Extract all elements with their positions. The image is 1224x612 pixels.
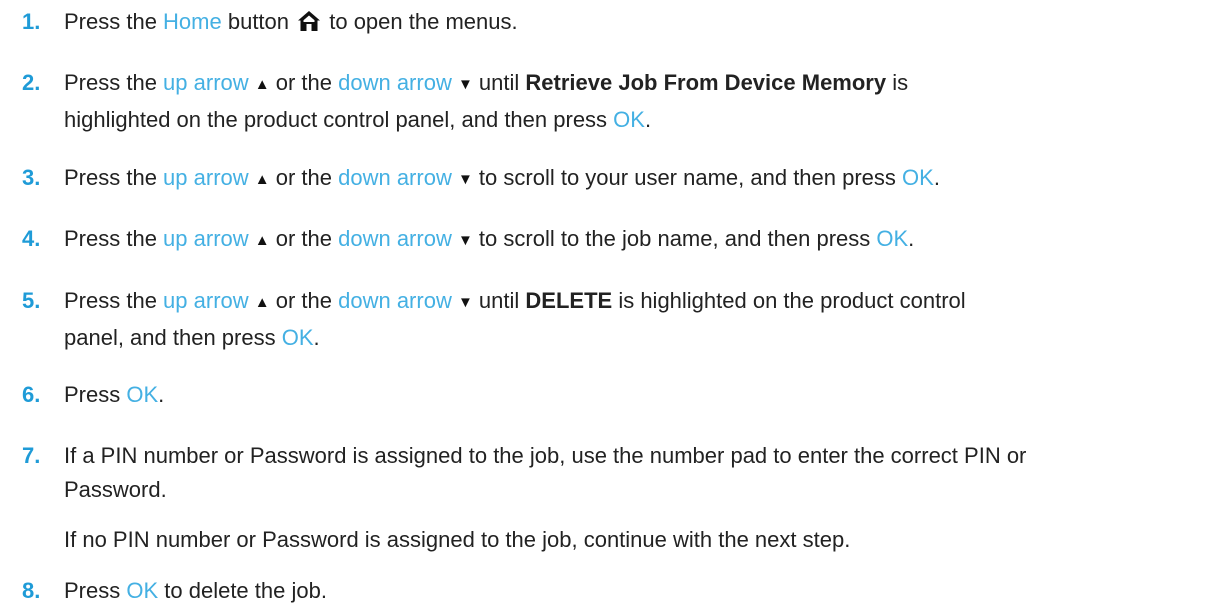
up-arrow-keyword: up arrow — [163, 226, 249, 251]
up-arrow-icon: ▲ — [254, 76, 270, 93]
ok-keyword: OK — [876, 226, 909, 251]
step-text: Press the up arrow ▲ or the down arrow ▼… — [64, 288, 966, 350]
down-arrow-icon: ▼ — [457, 232, 473, 249]
ok-keyword: OK — [281, 325, 314, 350]
step-text: Press OK to delete the job. — [64, 578, 327, 603]
up-arrow-icon: ▲ — [254, 232, 270, 249]
ok-keyword: OK — [902, 165, 934, 190]
step-number: 6. — [22, 382, 41, 407]
step-text: Press the Home button to open the menus. — [64, 9, 518, 34]
down-arrow-icon: ▼ — [457, 76, 473, 93]
step-text: Press OK. — [64, 382, 165, 407]
down-arrow-icon: ▼ — [457, 294, 473, 311]
instruction-document: 1. Press the Home button to open the men… — [0, 0, 1224, 612]
up-arrow-icon: ▲ — [254, 171, 270, 188]
ok-keyword: OK — [126, 382, 159, 407]
step-text: If a PIN number or Password is assigned … — [64, 443, 1027, 502]
ok-keyword: OK — [613, 107, 645, 132]
up-arrow-icon: ▲ — [254, 294, 270, 311]
menu-item-name: DELETE — [525, 288, 613, 313]
home-icon — [297, 10, 321, 32]
down-arrow-keyword: down arrow — [338, 70, 452, 95]
home-keyword: Home — [163, 9, 222, 34]
down-arrow-keyword: down arrow — [338, 165, 452, 190]
step-text: Press the up arrow ▲ or the down arrow ▼… — [64, 165, 940, 190]
step-number: 8. — [22, 578, 41, 603]
up-arrow-keyword: up arrow — [163, 70, 249, 95]
step-text: Press the up arrow ▲ or the down arrow ▼… — [64, 226, 915, 251]
ok-keyword: OK — [126, 578, 159, 603]
step-number: 4. — [22, 226, 41, 251]
up-arrow-keyword: up arrow — [163, 165, 249, 190]
down-arrow-keyword: down arrow — [338, 288, 452, 313]
step-number: 2. — [22, 70, 41, 95]
step-number: 7. — [22, 443, 41, 468]
down-arrow-keyword: down arrow — [338, 226, 452, 251]
step-number: 1. — [22, 9, 41, 34]
down-arrow-icon: ▼ — [457, 171, 473, 188]
step-number: 3. — [22, 165, 41, 190]
step-number: 5. — [22, 288, 41, 313]
step-note: If no PIN number or Password is assigned… — [64, 527, 851, 552]
up-arrow-keyword: up arrow — [163, 288, 249, 313]
menu-item-name: Retrieve Job From Device Memory — [525, 70, 887, 95]
step-text: Press the up arrow ▲ or the down arrow ▼… — [64, 70, 909, 132]
